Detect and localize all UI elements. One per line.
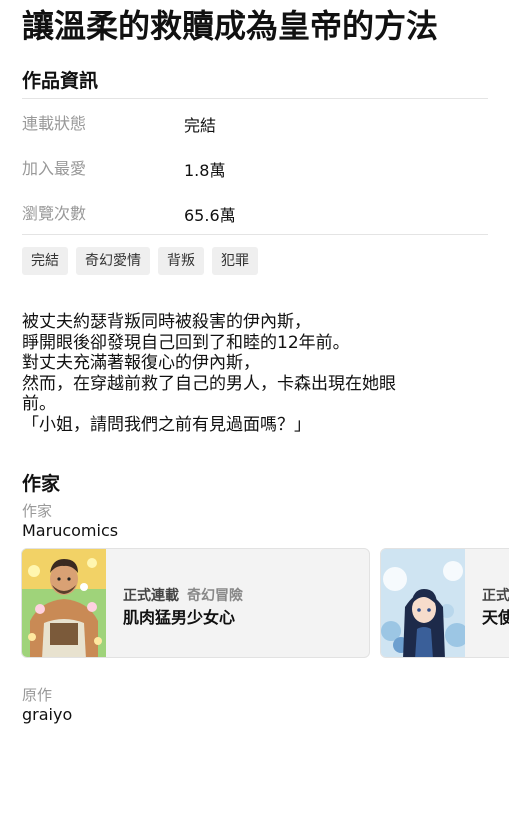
synopsis-line: 前。 xyxy=(22,394,56,414)
card-meta: 正式連載 奇幻冒險 xyxy=(123,585,243,605)
original-author-name[interactable]: graiyo xyxy=(22,705,72,724)
synopsis-line: 「小姐，請問我們之前有見過面嗎？」 xyxy=(22,414,311,435)
author-label: 作家 xyxy=(22,502,53,520)
info-row-views: 瀏覽次數 65.6萬 xyxy=(22,200,488,225)
card-title: 天使 xyxy=(482,608,509,627)
author-name[interactable]: Marucomics xyxy=(22,521,118,540)
tag-crime[interactable]: 犯罪 xyxy=(212,247,258,275)
card-status: 正式 xyxy=(482,588,509,604)
card-status: 正式連載 xyxy=(123,588,179,604)
synopsis: 被丈夫約瑟背叛同時被殺害的伊內斯， 睜開眼後卻發現自己回到了和睦的12年前。 對… xyxy=(22,312,492,435)
related-work-card[interactable]: 正式連載 奇幻冒險 肌肉猛男少女心 xyxy=(21,548,370,658)
tag-betrayal[interactable]: 背叛 xyxy=(158,247,204,275)
info-value: 完結 xyxy=(184,116,217,135)
original-author-label: 原作 xyxy=(22,686,53,704)
synopsis-line: 對丈夫充滿著報復心的伊內斯， xyxy=(22,353,260,373)
synopsis-line: 被丈夫約瑟背叛同時被殺害的伊內斯， xyxy=(22,312,311,332)
tag-list: 完結 奇幻愛情 背叛 犯罪 xyxy=(22,247,258,275)
info-label: 瀏覽次數 xyxy=(22,204,87,223)
tag-fantasy-romance[interactable]: 奇幻愛情 xyxy=(76,247,150,275)
page-title: 讓溫柔的救贖成為皇帝的方法 xyxy=(22,7,439,45)
info-value: 65.6萬 xyxy=(184,206,236,225)
angel-lady-cover xyxy=(381,549,465,657)
author-section-heading: 作家 xyxy=(22,473,61,495)
tag-completed[interactable]: 完結 xyxy=(22,247,68,275)
info-value: 1.8萬 xyxy=(184,161,226,180)
card-title: 肌肉猛男少女心 xyxy=(123,608,236,627)
synopsis-line: 然而，在穿越前救了自己的男人，卡森出現在她眼 xyxy=(22,373,396,394)
muscular-man-cover xyxy=(22,549,106,657)
divider xyxy=(22,234,488,235)
info-row-serial-status: 連載狀態 完結 xyxy=(22,110,488,135)
divider xyxy=(22,98,488,99)
related-work-card[interactable]: 正式 天使 xyxy=(380,548,509,658)
info-row-favorites: 加入最愛 1.8萬 xyxy=(22,155,488,180)
info-label: 連載狀態 xyxy=(22,114,87,133)
synopsis-line: 睜開眼後卻發現自己回到了和睦的12年前。 xyxy=(22,332,350,353)
card-genre: 奇幻冒險 xyxy=(187,588,243,604)
info-section-heading: 作品資訊 xyxy=(22,70,99,92)
card-meta: 正式 xyxy=(482,585,509,605)
info-label: 加入最愛 xyxy=(22,159,87,178)
related-works-carousel[interactable]: 正式連載奇幻冒險 肌肉猛男少女心 正式 天使 xyxy=(21,548,509,659)
